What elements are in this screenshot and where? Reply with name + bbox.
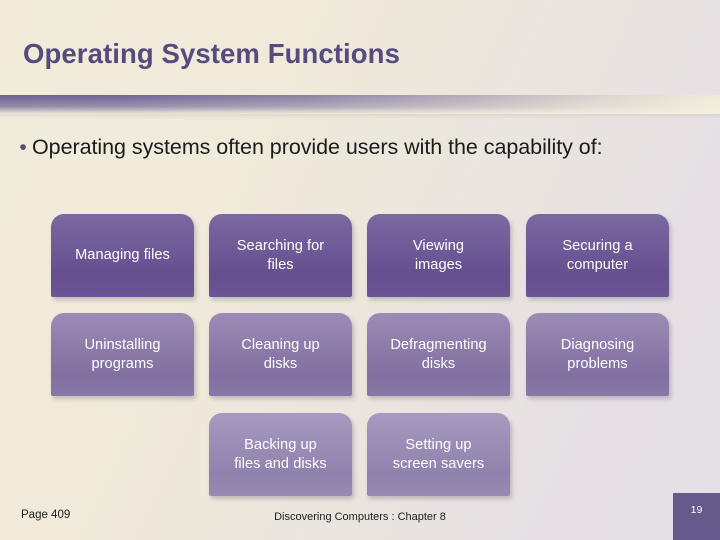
capability-box-line: Managing files xyxy=(75,247,170,264)
capability-box-line: Viewing xyxy=(412,238,465,254)
capability-box-label: Managing files xyxy=(75,246,170,265)
capability-box-line: disks xyxy=(421,355,456,372)
capability-box-label: Securing a computer xyxy=(562,237,632,274)
capability-box-line: problems xyxy=(567,355,628,372)
capability-box-line: Uninstalling xyxy=(84,337,161,353)
capability-box: Cleaning up disks xyxy=(209,313,352,396)
capability-box: Uninstalling programs xyxy=(51,313,194,396)
capability-box-line: Cleaning up xyxy=(241,337,320,353)
capability-box: Backing up files and disks xyxy=(209,413,352,496)
capability-box-line: Securing a xyxy=(562,238,633,254)
capability-box: Defragmenting disks xyxy=(367,313,510,396)
slide-number-badge: 19 xyxy=(673,493,720,540)
capability-box-line: Defragmenting xyxy=(390,337,487,353)
capability-box-label: Viewing images xyxy=(413,237,464,274)
capability-box: Viewing images xyxy=(367,214,510,297)
capability-box-label: Uninstalling programs xyxy=(84,336,160,373)
capability-box-line: programs xyxy=(91,355,154,372)
slide-canvas: Operating System Functions • Operating s… xyxy=(0,0,720,540)
capability-box-line: Backing up xyxy=(244,437,317,453)
capability-box-line: Diagnosing xyxy=(560,337,635,353)
capability-box: Diagnosing problems xyxy=(526,313,669,396)
capability-box: Managing files xyxy=(51,214,194,297)
capability-box-line: Setting up xyxy=(405,437,472,453)
capability-box-label: Cleaning up disks xyxy=(241,336,319,373)
capability-box-line: screen savers xyxy=(392,455,485,472)
slide-number-value: 19 xyxy=(690,504,703,516)
capability-box-line: computer xyxy=(566,256,629,273)
capability-box-label: Backing up files and disks xyxy=(234,436,326,473)
capability-box-label: Defragmenting disks xyxy=(390,336,486,373)
capability-box: Setting up screen savers xyxy=(367,413,510,496)
capability-box-line: images xyxy=(414,256,463,273)
capability-box-line: files xyxy=(267,256,294,273)
capability-box-label: Diagnosing problems xyxy=(561,336,635,373)
capability-box-line: disks xyxy=(263,355,298,372)
capability-box-label: Setting up screen savers xyxy=(393,436,485,473)
capability-box-label: Searching for files xyxy=(237,237,324,274)
slide-footer: Page 409 Discovering Computers : Chapter… xyxy=(0,493,720,540)
capability-box-grid: Managing files Searching for files Viewing i… xyxy=(0,0,720,540)
capability-box: Searching for files xyxy=(209,214,352,297)
capability-box-line: files and disks xyxy=(234,455,327,472)
capability-box-line: Searching for xyxy=(236,238,325,254)
footer-source-text: Discovering Computers : Chapter 8 xyxy=(274,511,446,523)
capability-box: Securing a computer xyxy=(526,214,669,297)
